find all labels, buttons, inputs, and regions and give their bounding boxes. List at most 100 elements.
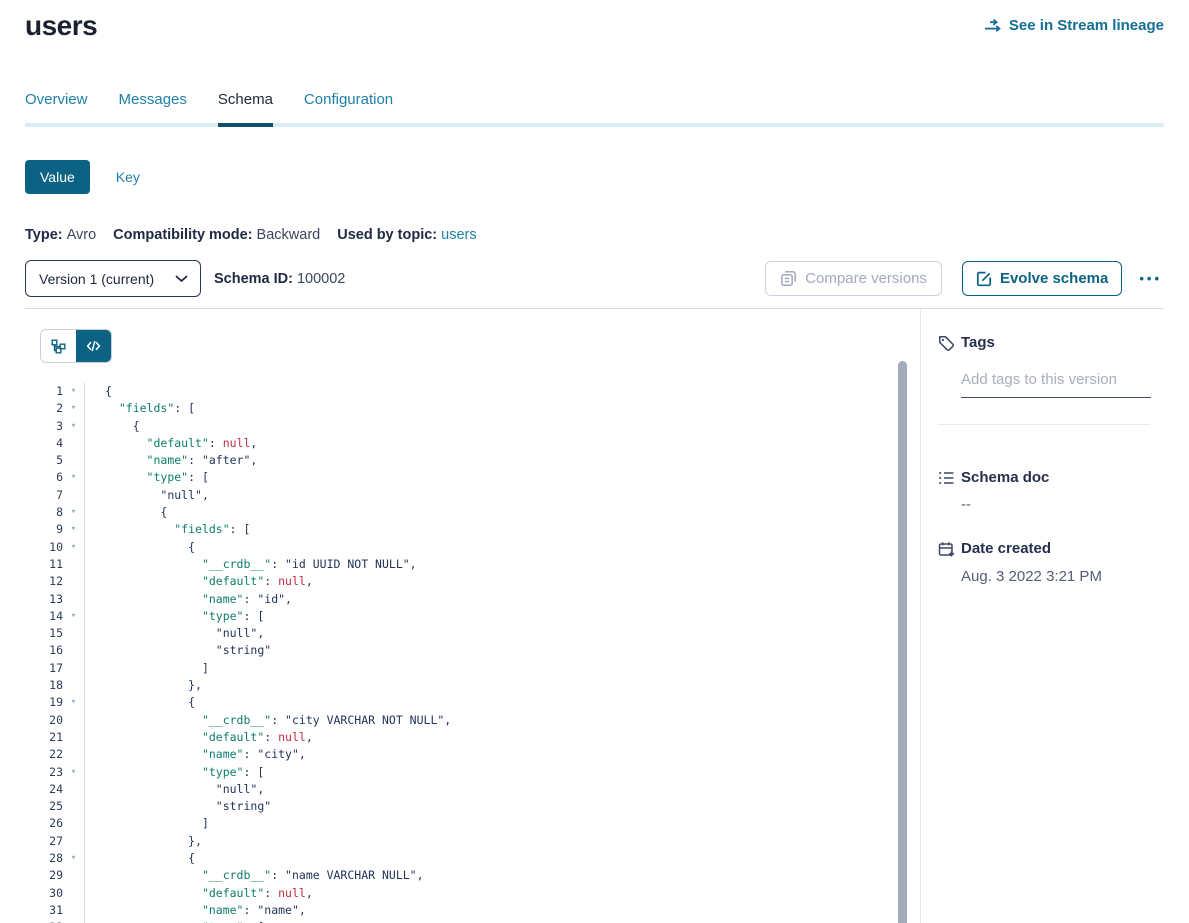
fold-marker-icon[interactable]: ▾ (63, 383, 85, 400)
schema-doc-value: -- (961, 496, 1150, 513)
code-text: "name": "after", (85, 452, 257, 469)
schema-code-area: 1▾{2▾ "fields": [3▾ {4 "default": null,5… (25, 309, 920, 923)
code-text: { (85, 418, 140, 435)
line-number: 17 (25, 660, 63, 677)
line-number: 9 (25, 521, 63, 538)
line-number: 32 (25, 919, 63, 923)
fold-gutter (63, 729, 85, 746)
code-text: "default": null, (85, 885, 313, 902)
fold-marker-icon[interactable]: ▾ (63, 539, 85, 556)
fold-marker-icon[interactable]: ▾ (63, 504, 85, 521)
code-line: 21 "default": null, (25, 729, 920, 746)
fold-marker-icon[interactable]: ▾ (63, 418, 85, 435)
version-bar: Version 1 (current) Schema ID:100002 Com… (25, 260, 1164, 297)
code-line: 32▾ "type": [ (25, 919, 920, 923)
fold-marker-icon[interactable]: ▾ (63, 850, 85, 867)
code-brackets-icon (86, 339, 101, 353)
line-number: 23 (25, 764, 63, 781)
code-text: }, (85, 833, 202, 850)
code-text: "default": null, (85, 573, 313, 590)
code-line: 20 "__crdb__": "city VARCHAR NOT NULL", (25, 712, 920, 729)
fold-gutter (63, 798, 85, 815)
type-label: Type: (25, 227, 63, 243)
key-toggle-link[interactable]: Key (116, 169, 140, 185)
code-line: 19▾ { (25, 694, 920, 711)
fold-gutter (63, 833, 85, 850)
copy-versions-icon (780, 270, 797, 287)
tree-view-button[interactable] (41, 330, 76, 362)
code-text: "type": [ (85, 764, 264, 781)
value-key-toggle: Value Key (25, 160, 1164, 194)
compare-versions-button[interactable]: Compare versions (765, 261, 942, 296)
date-created-value: Aug. 3 2022 3:21 PM (961, 568, 1150, 585)
code-text: { (85, 850, 195, 867)
fold-gutter (63, 435, 85, 452)
topic-link[interactable]: users (441, 227, 476, 243)
schema-id: Schema ID:100002 (214, 271, 345, 287)
code-text: "null", (85, 487, 209, 504)
more-options-button[interactable]: ••• (1137, 268, 1164, 289)
type-value: Avro (67, 227, 97, 243)
code-text: "type": [ (85, 608, 264, 625)
schema-doc-heading: Schema doc (961, 469, 1049, 486)
value-toggle-button[interactable]: Value (25, 160, 90, 194)
fold-gutter (63, 781, 85, 798)
fold-gutter (63, 885, 85, 902)
code-text: "__crdb__": "name VARCHAR NULL", (85, 867, 424, 884)
code-text: "name": "city", (85, 746, 306, 763)
schema-doc-section-header: Schema doc (938, 469, 1150, 486)
stream-lineage-label: See in Stream lineage (1009, 17, 1164, 34)
code-scrollbar-thumb[interactable] (898, 361, 907, 923)
topic-tabs: Overview Messages Schema Configuration (25, 91, 1164, 127)
tab-overview[interactable]: Overview (25, 91, 88, 123)
fold-marker-icon[interactable]: ▾ (63, 608, 85, 625)
add-tags-input[interactable] (961, 371, 1151, 398)
code-text: "type": [ (85, 469, 209, 486)
code-text: "name": "name", (85, 902, 306, 919)
topic-label: Used by topic: (337, 227, 437, 243)
code-line: 31 "name": "name", (25, 902, 920, 919)
code-line: 18 }, (25, 677, 920, 694)
code-text: { (85, 694, 195, 711)
fold-marker-icon[interactable]: ▾ (63, 400, 85, 417)
fold-marker-icon[interactable]: ▾ (63, 469, 85, 486)
code-text: "string" (85, 642, 271, 659)
fold-marker-icon[interactable]: ▾ (63, 919, 85, 923)
version-select[interactable]: Version 1 (current) (25, 260, 201, 297)
tab-messages[interactable]: Messages (119, 91, 187, 123)
code-view-button[interactable] (76, 330, 111, 362)
fold-marker-icon[interactable]: ▾ (63, 764, 85, 781)
fold-gutter (63, 902, 85, 919)
code-text: "fields": [ (85, 521, 250, 538)
fold-marker-icon[interactable]: ▾ (63, 694, 85, 711)
line-number: 28 (25, 850, 63, 867)
line-number: 1 (25, 383, 63, 400)
schema-sidebar: Tags Schema doc -- (920, 309, 1164, 923)
see-in-stream-lineage-link[interactable]: See in Stream lineage (984, 17, 1164, 34)
fold-gutter (63, 452, 85, 469)
line-number: 29 (25, 867, 63, 884)
code-line: 8▾ { (25, 504, 920, 521)
topic-meta: Used by topic:users (337, 227, 476, 243)
edit-icon (976, 271, 992, 287)
fold-marker-icon[interactable]: ▾ (63, 521, 85, 538)
evolve-schema-button[interactable]: Evolve schema (962, 261, 1122, 296)
code-line: 13 "name": "id", (25, 591, 920, 608)
line-number: 31 (25, 902, 63, 919)
tab-configuration[interactable]: Configuration (304, 91, 393, 123)
code-text: { (85, 383, 112, 400)
code-text: { (85, 539, 195, 556)
code-line: 28▾ { (25, 850, 920, 867)
fold-gutter (63, 556, 85, 573)
tab-schema[interactable]: Schema (218, 91, 273, 123)
evolve-schema-label: Evolve schema (1000, 270, 1108, 287)
code-lines: 1▾{2▾ "fields": [3▾ {4 "default": null,5… (25, 383, 920, 923)
code-line: 30 "default": null, (25, 885, 920, 902)
code-line: 14▾ "type": [ (25, 608, 920, 625)
schema-page: users See in Stream lineage Overview Mes… (0, 0, 1189, 923)
line-number: 20 (25, 712, 63, 729)
schema-id-label: Schema ID: (214, 271, 293, 287)
fold-gutter (63, 746, 85, 763)
tree-hierarchy-icon (51, 339, 66, 354)
line-number: 2 (25, 400, 63, 417)
